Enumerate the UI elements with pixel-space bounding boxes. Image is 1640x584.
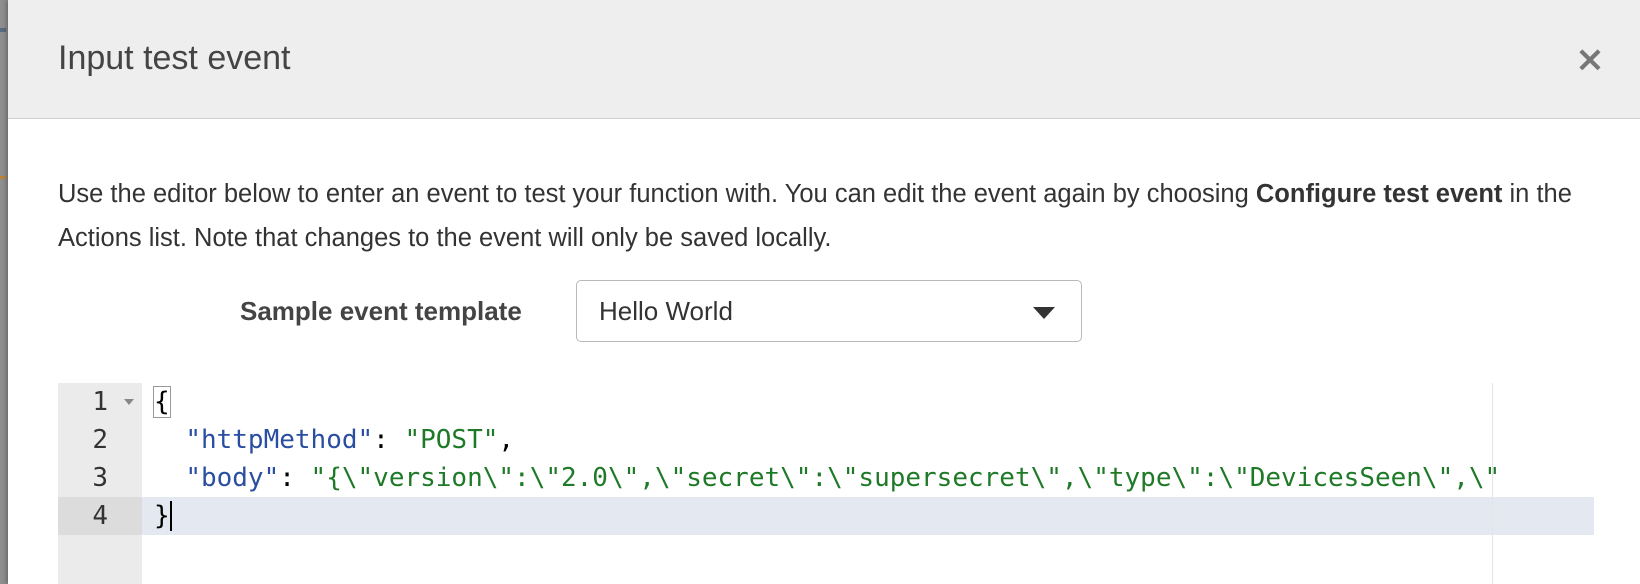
line-number: 2 — [92, 425, 108, 455]
json-key: "body" — [185, 463, 280, 493]
code-line-4: } — [154, 497, 170, 535]
template-select-value: Hello World — [599, 296, 733, 326]
close-brace: } — [154, 501, 170, 531]
description-emphasis: Configure test event — [1255, 180, 1503, 208]
json-key: "httpMethod" — [185, 425, 374, 455]
code-line-2: "httpMethod": "POST", — [154, 421, 514, 459]
description-text: Use the editor below to enter an event t… — [58, 180, 1256, 208]
close-icon[interactable]: × — [1568, 38, 1612, 82]
json-comma: , — [498, 425, 515, 455]
open-brace: { — [153, 386, 171, 418]
test-event-modal: Input test event × Use the editor below … — [8, 0, 1640, 584]
json-separator: : — [373, 425, 405, 455]
json-separator: : — [279, 463, 311, 493]
line-number: 4 — [92, 501, 108, 531]
backdrop — [0, 0, 8, 584]
code-editor[interactable]: 1 2 3 4 { "httpMethod": "POST", "body": … — [58, 383, 1594, 584]
template-label: Sample event template — [240, 296, 522, 326]
template-select[interactable]: Hello World — [576, 280, 1082, 342]
json-string: "POST" — [404, 425, 499, 455]
caret-down-icon — [1033, 307, 1055, 319]
backdrop-fragment — [0, 28, 6, 32]
active-line-highlight — [142, 497, 1594, 535]
modal-description: Use the editor below to enter an event t… — [58, 172, 1598, 260]
line-number: 1 — [92, 387, 108, 417]
modal-title: Input test event — [58, 39, 291, 77]
modal-header: Input test event × — [8, 0, 1640, 119]
backdrop-fragment — [0, 176, 6, 179]
line-number: 3 — [92, 463, 108, 493]
text-cursor — [170, 501, 172, 531]
fold-arrow-icon[interactable] — [124, 399, 134, 405]
json-string: "{\"version\":\"2.0\",\"secret\":\"super… — [310, 463, 1501, 493]
code-line-1: { — [153, 383, 171, 421]
code-line-3: "body": "{\"version\":\"2.0\",\"secret\"… — [154, 459, 1500, 497]
